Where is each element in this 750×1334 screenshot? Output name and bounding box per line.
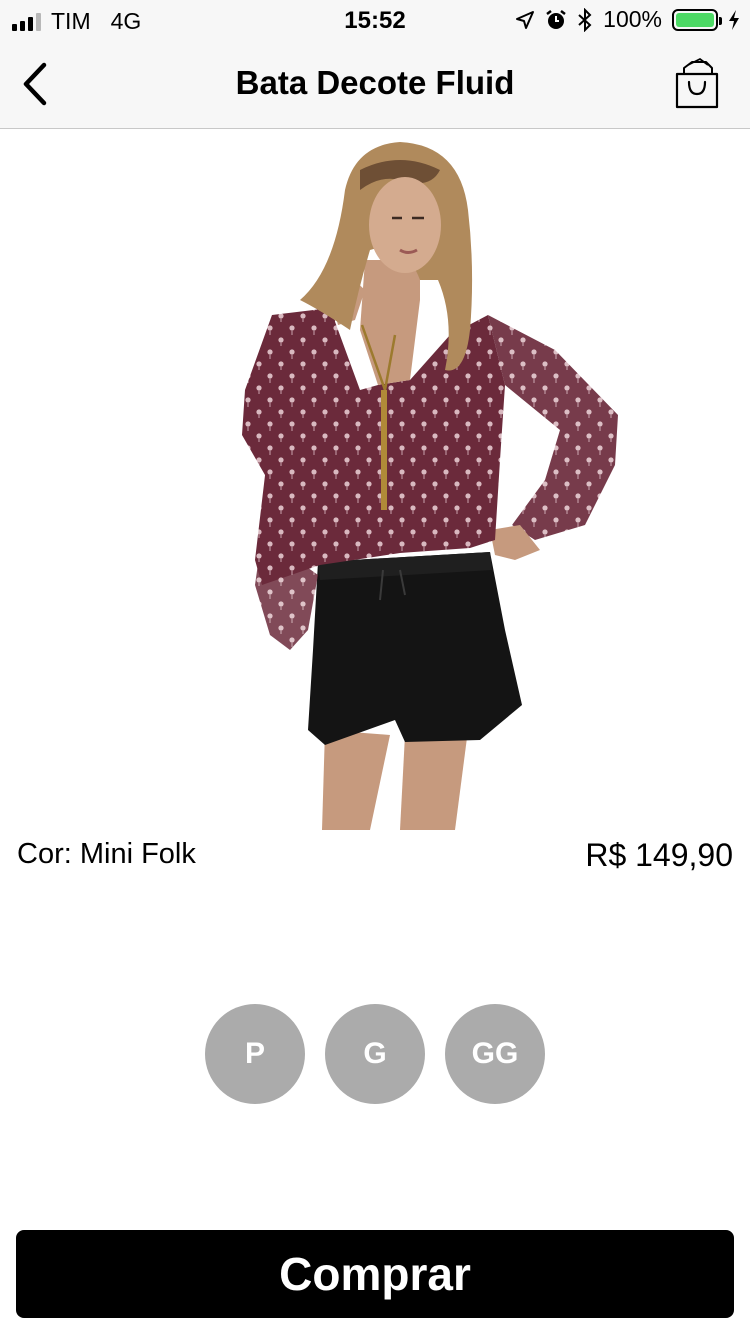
- chevron-left-icon: [23, 62, 47, 106]
- nav-bar: Bata Decote Fluid: [0, 40, 750, 129]
- product-image: [0, 130, 750, 830]
- size-button-gg[interactable]: GG: [445, 1004, 545, 1104]
- size-button-p[interactable]: P: [205, 1004, 305, 1104]
- color-label: Cor: Mini Folk: [17, 838, 196, 870]
- battery-percent: 100%: [603, 6, 662, 32]
- alarm-icon: [546, 9, 566, 29]
- buy-button[interactable]: Comprar: [16, 1230, 734, 1318]
- status-right: 100%: [515, 6, 740, 33]
- battery-tip: [719, 16, 722, 25]
- size-selector: P G GG: [0, 1004, 750, 1104]
- battery-icon: [672, 8, 722, 31]
- model-photo: [242, 142, 618, 830]
- bluetooth-icon: [578, 7, 592, 32]
- back-button[interactable]: [10, 58, 60, 110]
- cart-button[interactable]: [672, 56, 722, 112]
- page-title: Bata Decote Fluid: [235, 64, 515, 101]
- shopping-bag-icon: [675, 57, 719, 109]
- battery-fill: [676, 12, 714, 27]
- location-icon: [516, 10, 535, 29]
- status-bar: TIM 4G 15:52 100%: [0, 0, 750, 40]
- price-label: R$ 149,90: [585, 837, 733, 873]
- charging-icon: [729, 9, 739, 30]
- size-button-g[interactable]: G: [325, 1004, 425, 1104]
